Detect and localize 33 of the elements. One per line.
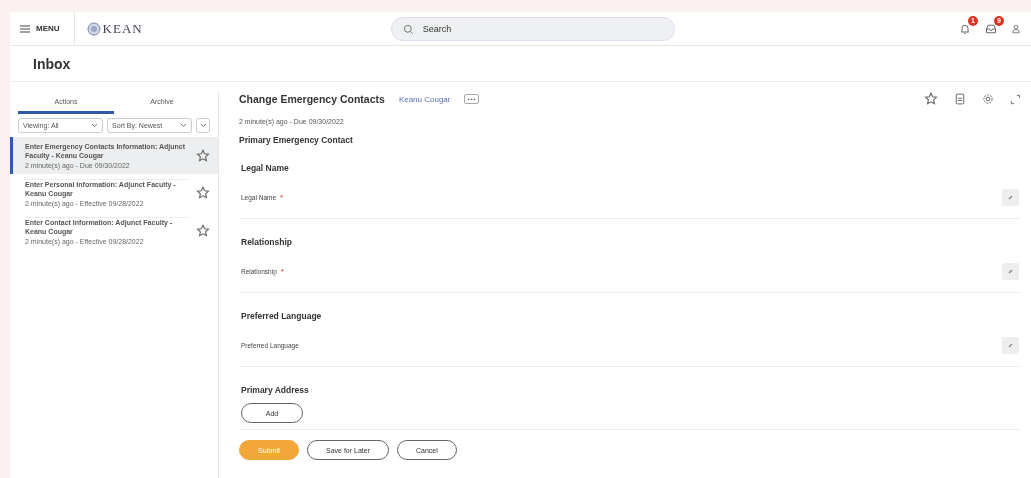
- pencil-icon: [1008, 267, 1013, 276]
- settings-icon[interactable]: [982, 93, 994, 105]
- page-title: Inbox: [33, 55, 71, 72]
- section-title: Primary Emergency Contact: [239, 135, 354, 145]
- bell-icon[interactable]: [959, 22, 971, 35]
- expand-icon[interactable]: [1010, 93, 1021, 105]
- section-heading: Primary Address: [241, 385, 310, 395]
- person-link[interactable]: Keanu Cougar: [398, 94, 451, 104]
- star-icon[interactable]: [196, 224, 210, 238]
- ellipsis-icon: [467, 97, 477, 101]
- star-icon[interactable]: [924, 92, 938, 106]
- inbox-icon[interactable]: [985, 22, 997, 35]
- logo-text: KEAN: [102, 20, 143, 37]
- expand-dropdown[interactable]: [196, 118, 210, 133]
- search-icon: [402, 23, 414, 35]
- seal-icon: [86, 21, 101, 36]
- pdf-icon[interactable]: [954, 93, 966, 105]
- chevron-down-icon: [199, 123, 207, 128]
- section-heading: Preferred Language: [241, 311, 323, 321]
- chevron-down-icon: [91, 123, 98, 128]
- star-icon[interactable]: [196, 186, 210, 200]
- task-title: Change Emergency Contacts: [239, 93, 385, 105]
- star-icon[interactable]: [196, 148, 210, 163]
- chevron-down-icon: [180, 123, 187, 128]
- user-icon[interactable]: [1011, 23, 1021, 34]
- section-heading: Legal Name: [241, 163, 290, 173]
- menu-icon: [20, 24, 30, 33]
- more-button[interactable]: [464, 94, 480, 104]
- pencil-icon: [1008, 193, 1013, 202]
- section-heading: Relationship: [241, 237, 293, 247]
- pencil-icon: [1008, 341, 1013, 350]
- search-field[interactable]: Search: [390, 16, 675, 41]
- menu-button[interactable]: MENU: [20, 12, 75, 45]
